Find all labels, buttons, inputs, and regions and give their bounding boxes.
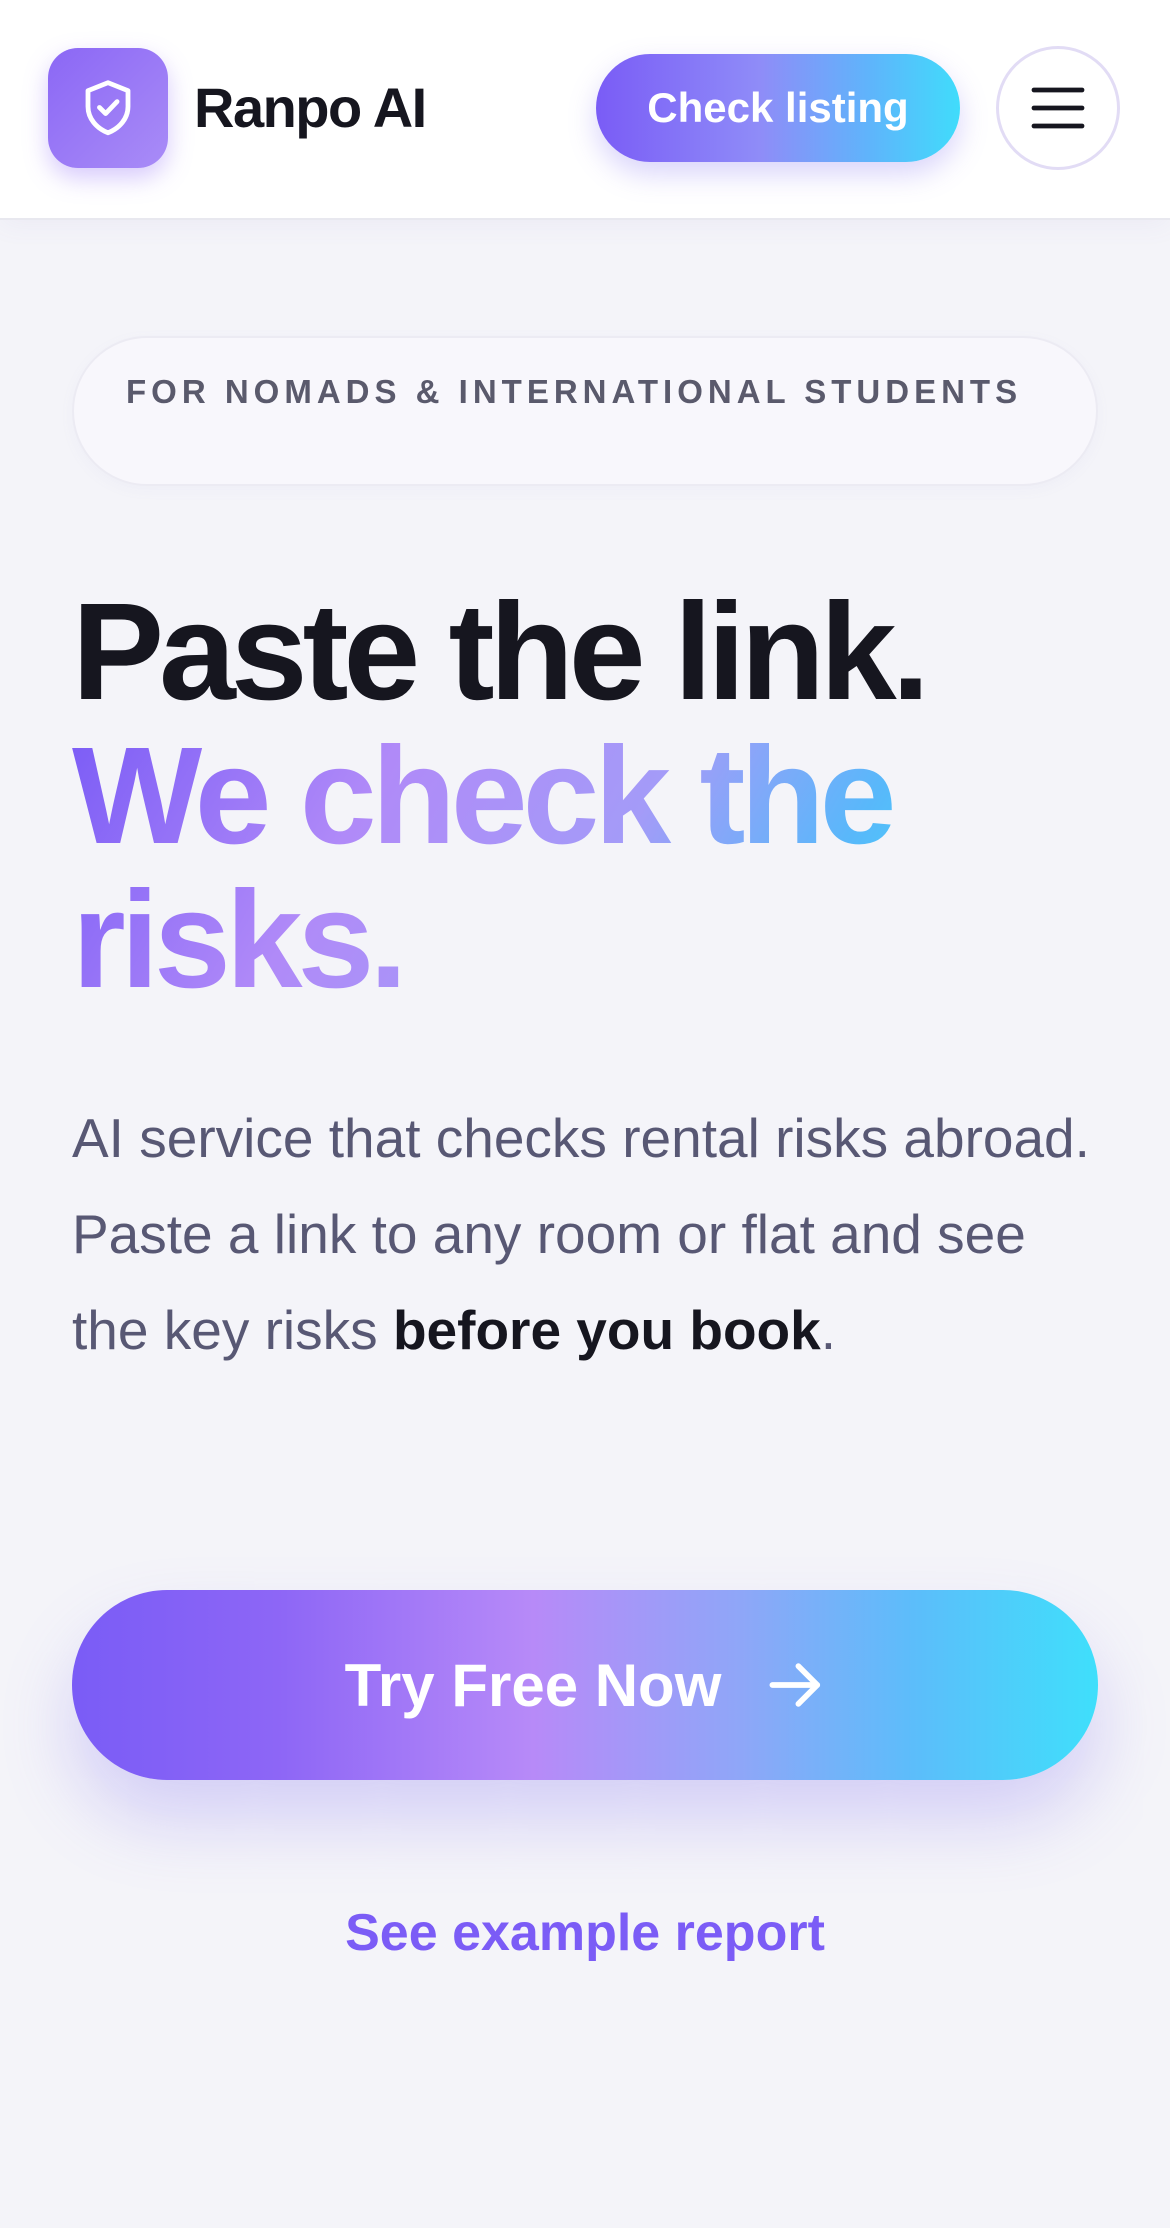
hero-title-line1: Paste the link. bbox=[72, 575, 930, 729]
hero-title: Paste the link. We check the risks. bbox=[72, 580, 1132, 1012]
hero-title-line2: We check the risks. bbox=[72, 724, 1032, 1012]
try-free-label: Try Free Now bbox=[344, 1651, 722, 1719]
check-listing-button[interactable]: Check listing bbox=[596, 54, 960, 162]
hero-description-end: . bbox=[820, 1299, 837, 1361]
try-free-button[interactable]: Try Free Now bbox=[72, 1590, 1098, 1780]
hero-description: AI service that checks rental risks abro… bbox=[72, 1090, 1112, 1378]
audience-badge-text: FOR NOMADS & INTERNATIONAL STUDENTS bbox=[126, 373, 1023, 410]
logo[interactable] bbox=[48, 48, 168, 168]
shield-check-icon bbox=[85, 80, 131, 136]
hero-description-emphasis: before you book bbox=[392, 1299, 821, 1361]
arrow-right-icon bbox=[769, 1663, 821, 1707]
site-header: Ranpo AI Check listing bbox=[0, 0, 1170, 220]
see-example-report-link[interactable]: See example report bbox=[0, 1898, 1170, 1968]
hamburger-menu-icon bbox=[1031, 87, 1085, 129]
audience-badge: FOR NOMADS & INTERNATIONAL STUDENTS bbox=[72, 336, 1098, 486]
menu-button[interactable] bbox=[996, 46, 1120, 170]
brand-name[interactable]: Ranpo AI bbox=[194, 74, 427, 142]
